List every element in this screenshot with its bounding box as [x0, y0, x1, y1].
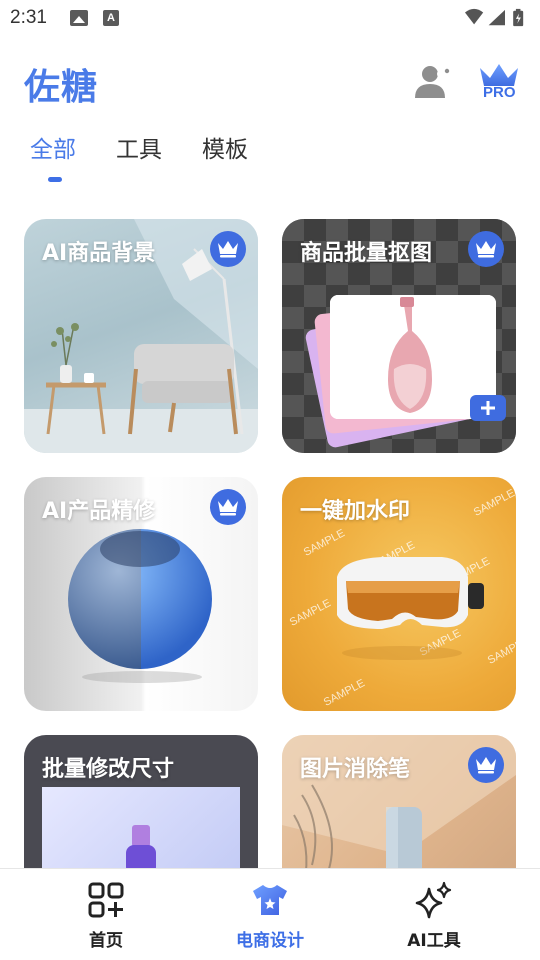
- wifi-icon: [465, 8, 484, 25]
- tab-indicator: [48, 177, 62, 182]
- battery-charging-icon: [513, 8, 524, 27]
- card-title: 图片消除笔: [300, 757, 411, 782]
- card-title: 一键加水印: [300, 499, 411, 524]
- image-icon: [70, 10, 88, 26]
- card-add-watermark[interactable]: SAMPLE SAMPLE SAMPLE SAMPLE SAMPLE SAMPL…: [282, 477, 516, 711]
- nav-ecommerce-design[interactable]: 电商设计: [210, 869, 330, 960]
- status-time: 2:31: [10, 7, 47, 28]
- a-icon: A: [103, 10, 119, 26]
- tab-templates[interactable]: 模板: [202, 130, 248, 164]
- signal-icon: [488, 9, 505, 26]
- tab-all[interactable]: 全部: [30, 130, 76, 164]
- status-bar: 2:31 A: [0, 0, 540, 36]
- card-title: 批量修改尺寸: [42, 757, 175, 782]
- nav-ai-tools[interactable]: AI工具: [374, 869, 494, 960]
- crown-icon: [468, 231, 504, 267]
- nav-label: AI工具: [407, 931, 461, 951]
- pro-label[interactable]: PRO: [483, 84, 516, 101]
- card-ai-retouch[interactable]: AI产品精修: [24, 477, 258, 711]
- card-batch-cutout[interactable]: 商品批量抠图: [282, 219, 516, 453]
- card-ai-product-background[interactable]: AI商品背景: [24, 219, 258, 453]
- app-title: 佐糖: [24, 67, 99, 108]
- add-user-icon[interactable]: [412, 62, 452, 102]
- bottom-nav: 首页 电商设计 AI工具: [0, 868, 540, 960]
- tab-tools[interactable]: 工具: [116, 130, 162, 164]
- card-title: 商品批量抠图: [300, 241, 433, 266]
- card-title: AI商品背景: [42, 241, 156, 266]
- card-title: AI产品精修: [42, 499, 156, 524]
- crown-icon: [210, 231, 246, 267]
- nav-label: 电商设计: [236, 931, 304, 951]
- tshirt-icon: [253, 885, 287, 915]
- crown-icon: [210, 489, 246, 525]
- crown-icon: [468, 747, 504, 783]
- nav-home[interactable]: 首页: [46, 869, 166, 960]
- sparkle-icon: [415, 881, 452, 919]
- nav-label: 首页: [89, 931, 123, 951]
- status-right-icons: [465, 8, 524, 27]
- grid-plus-icon: [88, 882, 124, 918]
